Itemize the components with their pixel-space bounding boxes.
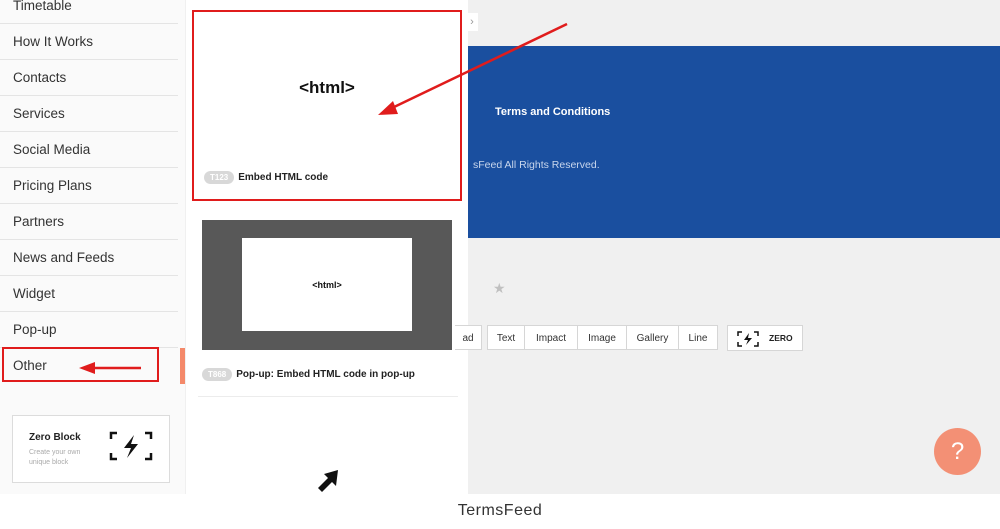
highlight-box-other <box>2 347 159 382</box>
block-type-button-ad[interactable]: ad <box>455 325 482 350</box>
zero-block-button[interactable]: ZERO <box>727 325 803 351</box>
cursor-arrow-icon <box>318 470 338 492</box>
banner-link-terms[interactable]: Terms and Conditions <box>495 106 610 118</box>
block-type-button-gallery[interactable]: Gallery <box>626 325 679 350</box>
zero-block-icon <box>109 431 153 461</box>
block-card-embed-html[interactable]: <html> T123 Embed HTML code <box>192 10 462 201</box>
zero-block-icon <box>737 331 759 347</box>
block-type-button-impact[interactable]: Impact <box>524 325 578 350</box>
block-card-footer: T123 Embed HTML code <box>204 169 328 187</box>
star-icon[interactable]: ★ <box>493 280 506 297</box>
block-card-label: Embed HTML code <box>238 172 329 184</box>
block-type-button-text[interactable]: Text <box>487 325 525 350</box>
active-category-indicator <box>180 348 185 384</box>
help-button[interactable]: ? <box>934 428 981 475</box>
zero-block-card[interactable]: Zero Block Create your own unique block <box>12 415 170 483</box>
block-type-button-image[interactable]: Image <box>577 325 627 350</box>
footer-banner: Terms and Conditions sFeed All Rights Re… <box>468 46 1000 238</box>
sidebar-item-pricing-plans[interactable]: Pricing Plans <box>0 168 178 204</box>
zero-block-subtitle: Create your own unique block <box>29 449 81 466</box>
sidebar-item-news-and-feeds[interactable]: News and Feeds <box>0 240 178 276</box>
popup-preview-window: <html> <box>242 238 412 331</box>
category-sidebar: Timetable How It Works Contacts Services… <box>0 0 185 494</box>
sidebar-item-widget[interactable]: Widget <box>0 276 178 312</box>
zero-button-label: ZERO <box>769 333 793 343</box>
banner-copyright: sFeed All Rights Reserved. <box>473 159 600 171</box>
html-preview-text: <html> <box>312 280 342 290</box>
sidebar-item-contacts[interactable]: Contacts <box>0 60 178 96</box>
html-preview-text: <html> <box>299 78 355 97</box>
block-card-label: Pop-up: Embed HTML code in pop-up <box>236 369 415 381</box>
block-code-badge: T123 <box>204 171 235 185</box>
sidebar-item-social-media[interactable]: Social Media <box>0 132 178 168</box>
sidebar-item-services[interactable]: Services <box>0 96 178 132</box>
panel-divider <box>198 396 458 397</box>
block-code-badge: T868 <box>202 368 233 382</box>
block-type-button-line[interactable]: Line <box>678 325 718 350</box>
block-card-footer: T868 Pop-up: Embed HTML code in pop-up <box>202 366 415 384</box>
zero-block-title: Zero Block <box>29 432 81 443</box>
collapse-chevron-icon[interactable]: › <box>466 13 478 31</box>
sidebar-item-partners[interactable]: Partners <box>0 204 178 240</box>
sidebar-item-pop-up[interactable]: Pop-up <box>0 312 178 348</box>
sidebar-item-how-it-works[interactable]: How It Works <box>0 24 178 60</box>
image-caption: TermsFeed <box>0 494 1000 529</box>
block-card-popup-embed-html[interactable]: <html> <box>202 220 452 350</box>
sidebar-item-timetable[interactable]: Timetable <box>0 0 178 24</box>
